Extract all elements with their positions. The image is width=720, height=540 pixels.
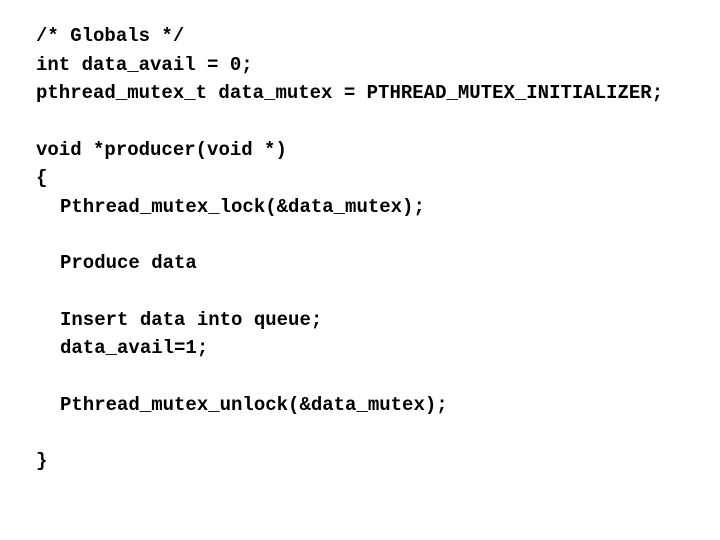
- code-line: pthread_mutex_t data_mutex = PTHREAD_MUT…: [36, 79, 720, 108]
- blank-line: [36, 419, 720, 447]
- code-line: void *producer(void *): [36, 136, 720, 165]
- code-line: Insert data into queue;: [36, 306, 720, 335]
- function-name: producer: [104, 139, 195, 161]
- code-block: /* Globals */ int data_avail = 0; pthrea…: [0, 0, 720, 476]
- code-line: Pthread_mutex_lock(&data_mutex);: [36, 193, 720, 222]
- code-line: int data_avail = 0;: [36, 51, 720, 80]
- code-line: Produce data: [36, 249, 720, 278]
- code-line: Pthread_mutex_unlock(&data_mutex);: [36, 391, 720, 420]
- code-line: }: [36, 447, 720, 476]
- blank-line: [36, 108, 720, 136]
- code-text: void *: [36, 139, 104, 161]
- blank-line: [36, 221, 720, 249]
- code-line: data_avail=1;: [36, 334, 720, 363]
- blank-line: [36, 278, 720, 306]
- blank-line: [36, 363, 720, 391]
- code-text: (void *): [196, 139, 287, 161]
- code-line: {: [36, 164, 720, 193]
- code-line: /* Globals */: [36, 22, 720, 51]
